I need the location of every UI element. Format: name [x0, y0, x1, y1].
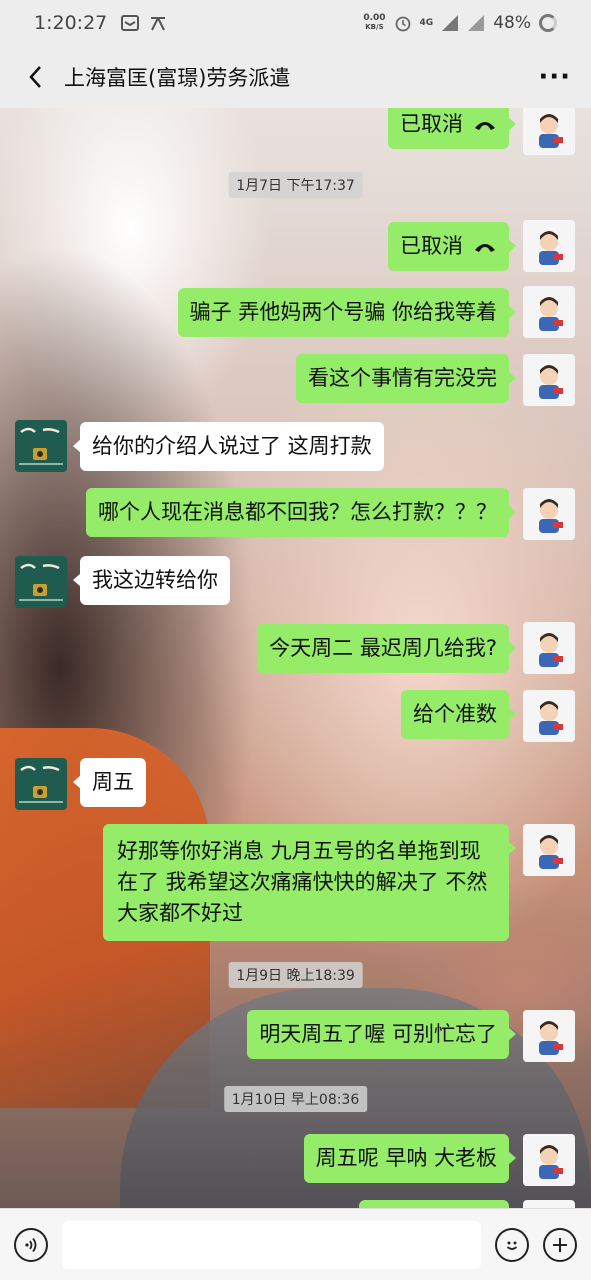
message-row: 已取消	[0, 108, 591, 155]
avatar-me[interactable]	[523, 824, 575, 876]
avatar-boy-icon	[523, 286, 575, 338]
plus-button[interactable]	[543, 1227, 577, 1262]
timestamp: 1月7日 下午17:37	[228, 172, 363, 198]
message-row: 好那等你好消息 九月五号的名单拖到现 在了 我希望这次痛痛快快的解决了 不然 大…	[0, 824, 591, 942]
avatar-contact-icon	[15, 758, 67, 810]
avatar-me[interactable]	[523, 286, 575, 338]
call-cancel-icon	[475, 244, 495, 252]
message-bubble-sent[interactable]: 好那等你好消息 九月五号的名单拖到现 在了 我希望这次痛痛快快的解决了 不然 大…	[103, 824, 516, 941]
message-row: 哪个人现在消息都不回我？怎么打款？？？	[0, 488, 591, 540]
signal-icon-2	[468, 15, 485, 31]
net-speed: 0.00 KB/S	[363, 13, 386, 32]
plus-icon	[553, 1237, 567, 1252]
avatar-contact-icon	[15, 420, 67, 472]
message-bubble-sent[interactable]: 看这个事情有完没完	[296, 354, 516, 403]
message-row-partial	[0, 1200, 591, 1208]
back-button[interactable]	[20, 57, 50, 97]
avatar-me-partial	[523, 1200, 575, 1208]
avatar-contact[interactable]	[15, 758, 67, 810]
avatar-boy-icon	[523, 1010, 575, 1062]
chat-header: 上海富匡(富璟)劳务派遣 ···	[0, 46, 591, 108]
timestamp: 1月10日 早上08:36	[223, 1086, 368, 1112]
avatar-boy-icon	[523, 824, 575, 876]
avatar-contact[interactable]	[15, 556, 67, 608]
message-row: 我这边转给你	[0, 556, 591, 608]
message-row: 周五	[0, 758, 591, 810]
message-row: 明天周五了喔 可别忙忘了	[0, 1010, 591, 1062]
status-time: 1:20:27	[34, 12, 108, 34]
notification-mail-icon	[121, 15, 140, 31]
message-bubble-sent[interactable]: 周五呢 早呐 大老板	[303, 1134, 517, 1183]
signal-type: 4G	[419, 18, 434, 28]
emoji-button[interactable]	[495, 1227, 529, 1262]
avatar-boy-icon	[523, 354, 575, 406]
voice-icon	[25, 1237, 37, 1252]
message-row: 周五呢 早呐 大老板	[0, 1134, 591, 1186]
avatar-contact-icon	[15, 556, 67, 608]
back-arrow-icon	[29, 66, 41, 88]
timestamp: 1月9日 晚上18:39	[228, 962, 363, 988]
notification-app-icon	[151, 17, 166, 31]
avatar-me[interactable]	[523, 354, 575, 406]
message-bubble-sent-partial[interactable]	[359, 1200, 509, 1208]
more-button[interactable]: ···	[538, 62, 571, 92]
avatar-me[interactable]	[523, 108, 575, 155]
call-cancel-icon	[475, 122, 495, 130]
avatar-me[interactable]	[523, 220, 575, 272]
message-bubble-received[interactable]: 周五	[73, 758, 146, 807]
avatar-boy-icon	[523, 1134, 575, 1186]
message-row: 已取消	[0, 220, 591, 272]
avatar-me[interactable]	[523, 1134, 575, 1186]
avatar-me[interactable]	[523, 1010, 575, 1062]
message-bubble-sent[interactable]: 哪个人现在消息都不回我？怎么打款？？？	[86, 488, 516, 537]
input-bar	[0, 1208, 591, 1280]
emoji-icon	[506, 1241, 518, 1250]
avatar-boy-icon	[523, 690, 575, 742]
message-row: 给你的介绍人说过了 这周打款	[0, 420, 591, 472]
message-bubble-sent[interactable]: 今天周二 最迟周几给我?	[257, 624, 516, 673]
message-bubble-sent[interactable]: 已取消	[388, 108, 516, 149]
avatar-me[interactable]	[523, 622, 575, 674]
message-bubble-sent[interactable]: 骗子 弄他妈两个号骗 你给我等着	[177, 288, 517, 337]
status-bar: 1:20:27 0.00 KB/S 4G 48%	[0, 0, 591, 46]
message-bubble-received[interactable]: 我这边转给你	[73, 556, 230, 605]
message-bubble-sent[interactable]: 明天周五了喔 可别忙忘了	[247, 1010, 516, 1059]
avatar-me[interactable]	[523, 690, 575, 742]
battery-percent: 48%	[493, 13, 531, 33]
message-row: 骗子 弄他妈两个号骗 你给我等着	[0, 286, 591, 338]
chat-area[interactable]: 已取消 1月7日 下午17:37 已取消 骗子 弄他妈两个号骗 你给我等着 看这…	[0, 108, 591, 1208]
avatar-boy-icon	[523, 108, 575, 155]
avatar-boy-icon	[523, 622, 575, 674]
alarm-icon	[395, 16, 410, 32]
message-row: 今天周二 最迟周几给我?	[0, 622, 591, 674]
message-bubble-sent[interactable]: 已取消	[388, 222, 516, 271]
message-row: 看这个事情有完没完	[0, 354, 591, 406]
avatar-boy-icon	[523, 220, 575, 272]
message-input[interactable]	[62, 1220, 481, 1269]
chat-title: 上海富匡(富璟)劳务派遣	[64, 66, 291, 90]
message-bubble-sent[interactable]: 给个准数	[401, 690, 516, 739]
avatar-boy-icon	[523, 488, 575, 540]
message-bubble-received[interactable]: 给你的介绍人说过了 这周打款	[73, 422, 384, 471]
avatar-contact[interactable]	[15, 420, 67, 472]
message-row: 给个准数	[0, 690, 591, 742]
voice-button[interactable]	[14, 1227, 48, 1262]
battery-icon	[539, 14, 557, 32]
signal-icon	[442, 15, 459, 31]
avatar-me[interactable]	[523, 488, 575, 540]
